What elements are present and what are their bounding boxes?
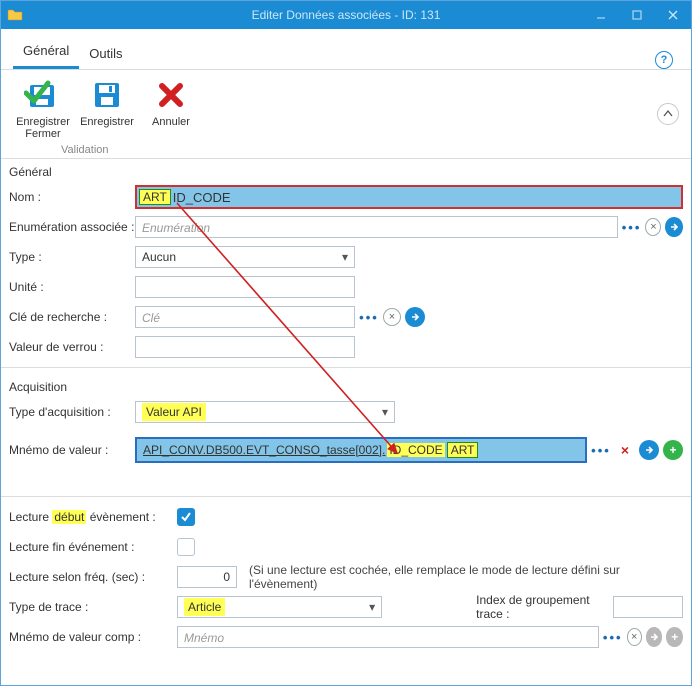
label-type: Type :	[9, 250, 135, 264]
nom-field[interactable]: ART ID_CODE	[135, 185, 683, 209]
type-acq-value: Valeur API	[142, 403, 206, 421]
chevron-down-icon: ▾	[369, 600, 375, 614]
lect-freq-note: (Si une lecture est cochée, elle remplac…	[249, 563, 683, 591]
save-close-label: Enregistrer Fermer	[11, 116, 75, 140]
index-group-input[interactable]	[613, 596, 683, 618]
label-lect-freq: Lecture selon fréq. (sec) :	[9, 570, 177, 584]
nom-code-text: ID_CODE	[173, 190, 231, 205]
cle-field[interactable]: Clé	[135, 306, 355, 328]
cle-go-button[interactable]	[405, 307, 425, 327]
save-close-icon	[23, 76, 63, 114]
enum-go-button[interactable]	[665, 217, 683, 237]
unite-input[interactable]	[135, 276, 355, 298]
mnemo-add-button[interactable]: +	[663, 440, 683, 460]
label-mnemo: Mnémo de valeur :	[9, 443, 135, 457]
label-index-group: Index de groupement trace :	[476, 593, 609, 621]
chevron-down-icon: ▾	[382, 405, 388, 419]
mnemo-comp-browse-button[interactable]: •••	[603, 627, 623, 647]
ribbon-group-label: Validation	[61, 144, 109, 156]
section-acquisition-header: Acquisition	[1, 374, 691, 396]
save-label: Enregistrer	[75, 116, 139, 128]
cancel-button[interactable]: Annuler	[139, 76, 203, 158]
label-enum: Enumération associée :	[9, 220, 135, 234]
label-lect-debut: Lecture début évènement :	[9, 510, 177, 524]
label-nom: Nom :	[9, 190, 135, 204]
section-general-header: Général	[1, 159, 691, 181]
close-button[interactable]	[655, 1, 691, 29]
type-value: Aucun	[142, 250, 176, 264]
mnemo-base: API_CONV.DB500.EVT_CONSO_tasse[002].	[141, 443, 387, 457]
type-trace-value: Article	[184, 598, 225, 616]
mnemo-go-button[interactable]	[639, 440, 659, 460]
type-trace-combo[interactable]: Article ▾	[177, 596, 382, 618]
app-window: Editer Données associées - ID: 131 Génér…	[0, 0, 692, 686]
mnemo-comp-go-button[interactable]	[646, 627, 663, 647]
type-acq-combo[interactable]: Valeur API ▾	[135, 401, 395, 423]
mnemo-code: ID_CODE	[387, 443, 444, 457]
mnemo-field[interactable]: API_CONV.DB500.EVT_CONSO_tasse[002].ID_C…	[135, 437, 587, 463]
mnemo-comp-add-button[interactable]: +	[666, 627, 683, 647]
tab-strip: Général Outils ?	[1, 29, 691, 70]
label-mnemo-comp: Mnémo de valeur comp :	[9, 630, 177, 644]
lect-fin-checkbox[interactable]	[177, 538, 195, 556]
label-cle: Clé de recherche :	[9, 310, 135, 324]
save-icon	[87, 76, 127, 114]
mnemo-comp-clear-button[interactable]: ×	[627, 628, 642, 646]
lect-freq-input[interactable]	[177, 566, 237, 588]
label-verrou: Valeur de verrou :	[9, 340, 135, 354]
cancel-label: Annuler	[139, 116, 203, 128]
tab-tools[interactable]: Outils	[79, 40, 132, 69]
collapse-ribbon-button[interactable]	[657, 103, 679, 125]
mnemo-delete-button[interactable]: ×	[615, 440, 635, 460]
label-unite: Unité :	[9, 280, 135, 294]
maximize-button[interactable]	[619, 1, 655, 29]
enum-clear-button[interactable]: ×	[645, 218, 661, 236]
type-combo[interactable]: Aucun ▾	[135, 246, 355, 268]
verrou-input[interactable]	[135, 336, 355, 358]
cle-clear-button[interactable]: ×	[383, 308, 401, 326]
label-type-acq: Type d'acquisition :	[9, 405, 135, 419]
enum-browse-button[interactable]: •••	[622, 217, 642, 237]
label-type-trace: Type de trace :	[9, 600, 177, 614]
minimize-button[interactable]	[583, 1, 619, 29]
mnemo-comp-field[interactable]: Mnémo	[177, 626, 599, 648]
ribbon: Enregistrer Fermer Enregistrer Annuler	[1, 70, 691, 159]
cancel-icon	[151, 76, 191, 114]
tab-general[interactable]: Général	[13, 37, 79, 69]
mnemo-suffix: ART	[447, 442, 479, 458]
lect-debut-checkbox[interactable]	[177, 508, 195, 526]
title-bar: Editer Données associées - ID: 131	[1, 1, 691, 29]
chevron-down-icon: ▾	[342, 250, 348, 264]
help-icon[interactable]: ?	[655, 51, 673, 69]
enum-field[interactable]: Enumération	[135, 216, 618, 238]
cle-browse-button[interactable]: •••	[359, 307, 379, 327]
mnemo-browse-button[interactable]: •••	[591, 440, 611, 460]
nom-prefix-token: ART	[139, 189, 171, 205]
label-lect-fin: Lecture fin événement :	[9, 540, 177, 554]
